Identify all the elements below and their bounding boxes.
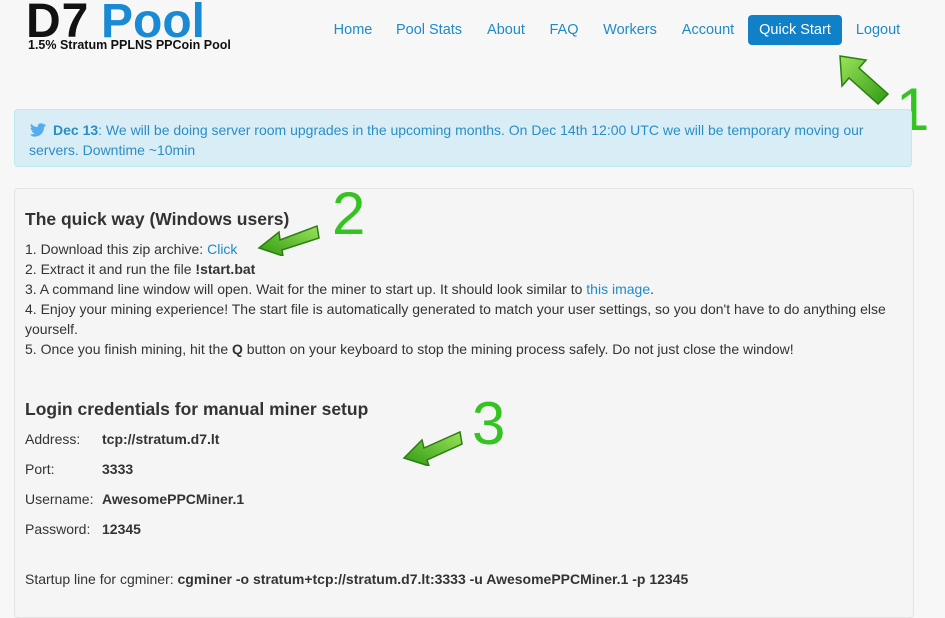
logo-subtitle: 1.5% Stratum PPLNS PPCoin Pool xyxy=(28,38,231,52)
step-5: 5. Once you finish mining, hit the Q but… xyxy=(25,339,905,359)
username-label: Username: xyxy=(25,491,94,507)
cgminer-startup-line: Startup line for cgminer: cgminer -o str… xyxy=(25,569,905,589)
port-label: Port: xyxy=(25,461,55,477)
miner-screenshot-link[interactable]: this image xyxy=(586,281,650,297)
step-1: 1. Download this zip archive: Click xyxy=(25,239,905,259)
password-label: Password: xyxy=(25,521,91,537)
step-1-text: 1. Download this zip archive: xyxy=(25,241,208,257)
q-key: Q xyxy=(232,341,243,357)
nav-about[interactable]: About xyxy=(479,15,533,45)
nav-account[interactable]: Account xyxy=(676,15,740,45)
startup-label: Startup line for cgminer: xyxy=(25,571,178,587)
step-2: 2. Extract it and run the file !start.ba… xyxy=(25,259,905,279)
port-value: 3333 xyxy=(102,461,134,477)
announcement-alert: Dec 13: We will be doing server room upg… xyxy=(14,109,912,167)
annotation-number-2: 2 xyxy=(332,180,366,247)
nav-pool-stats[interactable]: Pool Stats xyxy=(388,15,470,45)
step-5-text: 5. Once you finish mining, hit the xyxy=(25,341,232,357)
cgminer-command: cgminer -o stratum+tcp://stratum.d7.lt:3… xyxy=(177,571,689,587)
nav-faq[interactable]: FAQ xyxy=(544,15,584,45)
twitter-bird-icon xyxy=(29,123,46,137)
step-3-text: 3. A command line window will open. Wait… xyxy=(25,281,587,297)
download-zip-link[interactable]: Click xyxy=(207,241,237,257)
nav-workers[interactable]: Workers xyxy=(596,15,664,45)
step-3: 3. A command line window will open. Wait… xyxy=(25,279,905,299)
quick-way-heading: The quick way (Windows users) xyxy=(25,209,290,229)
nav-logout[interactable]: Logout xyxy=(850,15,906,45)
address-value: tcp://stratum.d7.lt xyxy=(102,431,220,447)
quick-start-panel: The quick way (Windows users) 1. Downloa… xyxy=(14,188,914,618)
address-label: Address: xyxy=(25,431,81,447)
alert-text: : We will be doing server room upgrades … xyxy=(29,122,864,158)
green-arrow-icon xyxy=(839,55,890,106)
login-credentials-heading: Login credentials for manual miner setup xyxy=(25,399,369,419)
green-arrow-icon xyxy=(257,224,320,256)
start-bat-filename: !start.bat xyxy=(195,261,256,277)
step-3-suffix: . xyxy=(650,281,654,297)
step-5-suffix: button on your keyboard to stop the mini… xyxy=(242,341,794,357)
username-value: AwesomePPCMiner.1 xyxy=(102,491,245,507)
alert-date: Dec 13 xyxy=(53,122,99,138)
site-logo[interactable]: D7 Pool 1.5% Stratum PPLNS PPCoin Pool xyxy=(26,0,246,58)
nav-home[interactable]: Home xyxy=(322,15,384,45)
nav-quick-start[interactable]: Quick Start xyxy=(748,15,842,45)
green-arrow-icon xyxy=(402,430,463,466)
password-value: 12345 xyxy=(102,521,141,537)
annotation-number-3: 3 xyxy=(472,390,506,457)
step-4: 4. Enjoy your mining experience! The sta… xyxy=(25,301,886,337)
step-2-text: 2. Extract it and run the file xyxy=(25,261,196,277)
